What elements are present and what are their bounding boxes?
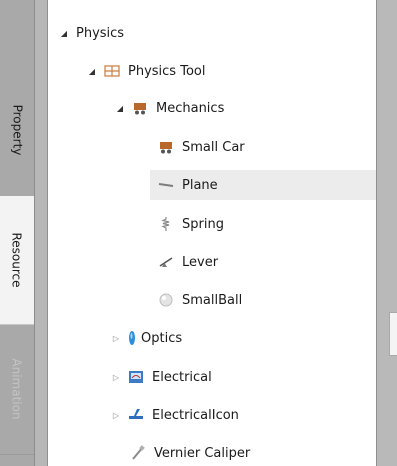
tree-node-lever[interactable]: Lever xyxy=(158,247,376,277)
tree-node-label: Physics Tool xyxy=(128,63,206,79)
tab-animation[interactable]: Animation xyxy=(0,324,34,455)
tab-resource-label: Resource xyxy=(10,232,24,288)
tree-node-physics[interactable]: ◢ Physics xyxy=(58,18,376,48)
tree-node-label: Spring xyxy=(182,216,224,232)
tree-node-label: Optics xyxy=(141,330,183,346)
tree-node-mechanics[interactable]: ◢ Mechanics xyxy=(114,93,376,123)
tab-hidden-top[interactable] xyxy=(0,0,34,65)
expanded-arrow-icon[interactable]: ◢ xyxy=(86,65,98,77)
tab-property-label: Property xyxy=(10,104,24,156)
splitter-handle[interactable] xyxy=(389,312,397,356)
tree-node-label: Electrical xyxy=(152,369,212,385)
optics-lens-icon xyxy=(128,330,136,346)
collapsed-arrow-icon[interactable]: ▷ xyxy=(110,371,122,383)
spring-icon xyxy=(158,216,174,232)
electrical-icon xyxy=(128,369,144,385)
tree-node-plane[interactable]: Plane xyxy=(150,170,376,200)
tree-node-small-car[interactable]: Small Car xyxy=(158,132,376,162)
resource-panel-window: Property Resource Animation ◢ Physics ◢ xyxy=(0,0,397,466)
ball-icon xyxy=(158,292,174,308)
tab-animation-label: Animation xyxy=(10,358,24,420)
plane-icon xyxy=(158,177,174,193)
tree-node-spring[interactable]: Spring xyxy=(158,209,376,239)
tree-node-label: Plane xyxy=(182,177,218,193)
expanded-arrow-icon[interactable]: ◢ xyxy=(114,102,126,114)
collapsed-arrow-icon[interactable]: ▷ xyxy=(110,332,122,344)
vertical-tab-strip: Property Resource Animation xyxy=(0,0,35,466)
expanded-arrow-icon[interactable]: ◢ xyxy=(58,27,70,39)
tree-node-vernier-caliper[interactable]: Vernier Caliper xyxy=(130,438,376,466)
electrical-component-icon xyxy=(128,407,144,423)
tab-hidden-bottom xyxy=(0,454,34,466)
tree-node-label: Physics xyxy=(76,25,125,41)
tree-node-label: Small Car xyxy=(182,139,245,155)
small-car-icon xyxy=(158,139,174,155)
tree-node-optics[interactable]: ▷ Optics xyxy=(110,323,376,353)
tree-node-small-ball[interactable]: SmallBall xyxy=(158,285,376,315)
mechanics-cart-icon xyxy=(132,100,148,116)
tree-node-label: Lever xyxy=(182,254,219,270)
tree-node-label: SmallBall xyxy=(182,292,243,308)
tree-node-physics-tool[interactable]: ◢ Physics Tool xyxy=(86,56,376,86)
collapsed-arrow-icon[interactable]: ▷ xyxy=(110,409,122,421)
tree-node-label: ElectricalIcon xyxy=(152,407,239,423)
resource-tree: ◢ Physics ◢ Physics Tool ◢ Mechanics Sma… xyxy=(48,0,376,466)
tree-node-electrical[interactable]: ▷ Electrical xyxy=(110,362,376,392)
right-panel-border xyxy=(376,0,397,466)
physics-tool-icon xyxy=(104,63,120,79)
caliper-icon xyxy=(130,445,146,461)
tree-node-label: Mechanics xyxy=(156,100,225,116)
tree-node-electrical-icon[interactable]: ▷ ElectricalIcon xyxy=(110,400,376,430)
tab-resource[interactable]: Resource xyxy=(0,196,34,325)
tree-node-label: Vernier Caliper xyxy=(154,445,251,461)
tab-property[interactable]: Property xyxy=(0,64,34,197)
lever-icon xyxy=(158,254,174,270)
panel-separator xyxy=(35,0,48,466)
